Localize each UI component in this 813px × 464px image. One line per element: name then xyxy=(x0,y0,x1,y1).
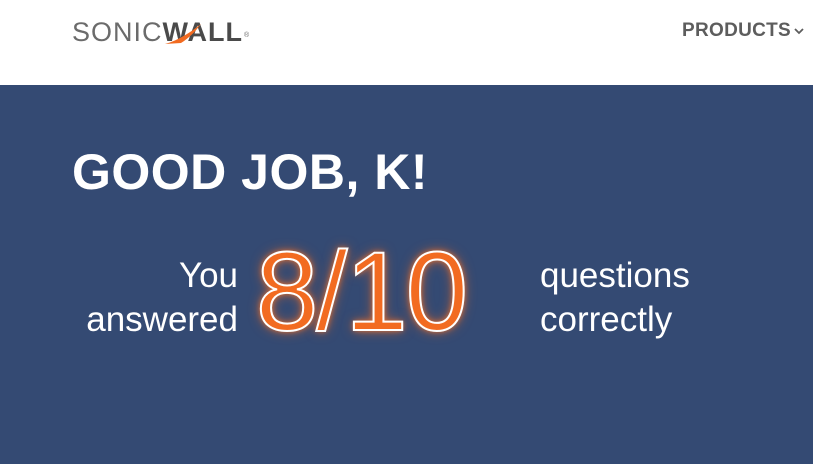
site-header: SONIC WALL ® PRODUCTS xyxy=(0,0,813,85)
result-text-you: You xyxy=(178,256,238,295)
result-text-questions: questions xyxy=(540,256,690,295)
score-value: 8/10 xyxy=(255,229,469,354)
sonicwall-logo[interactable]: SONIC WALL ® xyxy=(72,14,250,50)
result-text-right: questions correctly xyxy=(540,254,760,342)
result-text-left: You answered xyxy=(60,254,238,342)
logo-swoosh-icon xyxy=(164,24,201,44)
chevron-down-icon xyxy=(794,28,804,35)
nav-products-label: PRODUCTS xyxy=(682,20,792,41)
nav-products-menu[interactable]: PRODUCTS xyxy=(682,18,804,44)
result-greeting: GOOD JOB, K! xyxy=(72,144,429,200)
result-text-correctly: correctly xyxy=(540,300,673,339)
trademark-symbol: ® xyxy=(244,32,251,39)
logo-text-wall: WALL xyxy=(163,14,243,50)
result-text-answered: answered xyxy=(86,300,238,339)
logo-text-sonic: SONIC xyxy=(72,17,163,47)
